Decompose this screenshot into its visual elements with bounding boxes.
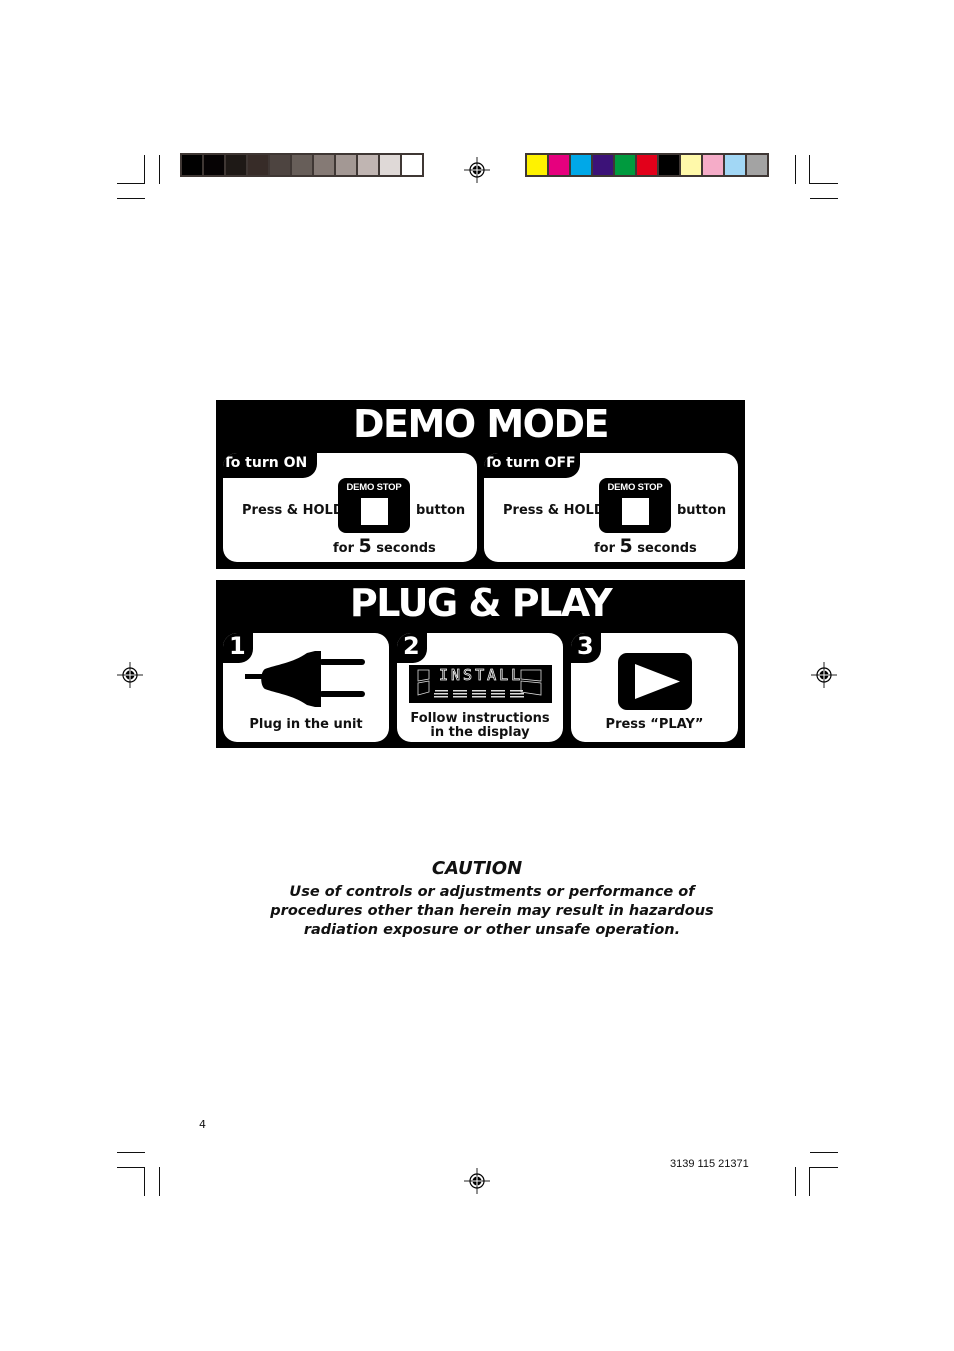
crop-mark xyxy=(117,1152,145,1153)
grayscale-swatch xyxy=(380,155,400,175)
crop-mark xyxy=(159,1167,160,1196)
crop-mark xyxy=(810,1152,838,1153)
grayscale-swatch xyxy=(358,155,378,175)
step-caption-line1: Follow instructions xyxy=(410,711,550,726)
crop-mark xyxy=(809,1167,838,1168)
step-3-card: 3 Press “PLAY” xyxy=(571,633,738,742)
crop-mark xyxy=(117,183,145,184)
crop-mark xyxy=(159,155,160,184)
color-calibration-bar xyxy=(525,153,769,177)
button-word: button xyxy=(677,503,727,518)
turn-on-tab: To turn ON xyxy=(223,453,317,478)
color-swatch xyxy=(527,155,547,175)
step-caption: Plug in the unit xyxy=(249,717,363,732)
for-word: for xyxy=(594,541,615,556)
duration-label: for 5 seconds xyxy=(594,535,697,557)
registration-target-icon xyxy=(464,1168,490,1194)
color-swatch xyxy=(593,155,613,175)
for-word: for xyxy=(333,541,354,556)
color-swatch xyxy=(681,155,701,175)
seconds-value: 5 xyxy=(619,535,633,557)
crop-mark xyxy=(117,198,145,199)
stop-square-icon xyxy=(622,498,649,525)
turn-off-card: To turn OFF Press & HOLD DEMO STOP butto… xyxy=(484,453,738,562)
stop-square-icon xyxy=(361,498,388,525)
step-caption-line2: in the display xyxy=(430,725,530,740)
crop-mark xyxy=(117,1167,145,1168)
play-icon xyxy=(635,664,680,699)
caution-line: Use of controls or adjustments or perfor… xyxy=(289,884,695,900)
grayscale-swatch xyxy=(402,155,422,175)
color-swatch xyxy=(703,155,723,175)
demo-stop-label: DEMO STOP xyxy=(607,482,663,493)
lcd-display: INSTALL xyxy=(409,665,552,703)
registration-target-icon xyxy=(117,662,143,688)
plug-icon xyxy=(245,651,365,707)
duration-label: for 5 seconds xyxy=(333,535,436,557)
press-hold-label: Press & HOLD xyxy=(503,503,605,518)
demo-stop-button-illustration: DEMO STOP xyxy=(599,478,671,533)
crop-mark xyxy=(809,1167,810,1196)
crop-mark xyxy=(809,155,810,184)
color-swatch xyxy=(659,155,679,175)
document-code: 3139 115 21371 xyxy=(670,1158,749,1170)
lcd-text: INSTALL xyxy=(439,666,524,685)
demo-stop-label: DEMO STOP xyxy=(346,482,402,493)
crop-mark xyxy=(810,198,838,199)
color-swatch xyxy=(615,155,635,175)
button-word: button xyxy=(416,503,466,518)
caution-line: radiation exposure or other unsafe opera… xyxy=(303,922,681,938)
grayscale-swatch xyxy=(226,155,246,175)
crop-mark xyxy=(795,155,796,184)
registration-target-icon xyxy=(464,157,490,183)
plug-and-play-title: PLUG & PLAY xyxy=(349,581,613,625)
seconds-word: seconds xyxy=(637,541,697,556)
turn-off-tab: To turn OFF xyxy=(484,453,580,478)
seconds-word: seconds xyxy=(376,541,436,556)
demo-mode-title: DEMO MODE xyxy=(353,402,609,446)
grayscale-swatch xyxy=(292,155,312,175)
demo-stop-button-illustration: DEMO STOP xyxy=(338,478,410,533)
crop-mark xyxy=(795,1167,796,1196)
crop-mark xyxy=(809,183,838,184)
caution-text: Use of controls or adjustments or perfor… xyxy=(250,883,734,940)
crop-mark xyxy=(144,1167,145,1196)
caution-line: procedures other than herein may result … xyxy=(270,903,714,919)
page-number: 4 xyxy=(199,1118,206,1131)
color-swatch xyxy=(637,155,657,175)
step-number: 2 xyxy=(397,633,427,663)
play-button-illustration xyxy=(618,653,692,710)
grayscale-swatch xyxy=(204,155,224,175)
step-1-card: 1 Plug in the unit xyxy=(223,633,389,742)
caution-title: CAUTION xyxy=(431,858,523,879)
color-swatch xyxy=(571,155,591,175)
color-swatch xyxy=(747,155,767,175)
crop-mark xyxy=(144,155,145,184)
seconds-value: 5 xyxy=(358,535,372,557)
step-caption: Press “PLAY” xyxy=(605,717,704,732)
press-hold-label: Press & HOLD xyxy=(242,503,344,518)
grayscale-swatch xyxy=(314,155,334,175)
step-2-card: 2 INSTALL Follow instructions in the dis… xyxy=(397,633,563,742)
grayscale-swatch xyxy=(248,155,268,175)
registration-target-icon xyxy=(811,662,837,688)
turn-on-card: To turn ON Press & HOLD DEMO STOP button… xyxy=(223,453,477,562)
grayscale-swatch xyxy=(182,155,202,175)
color-swatch xyxy=(549,155,569,175)
step-number: 3 xyxy=(571,633,601,663)
plug-and-play-panel: PLUG & PLAY 1 Plug in the unit 2 INSTALL… xyxy=(216,580,745,748)
color-swatch xyxy=(725,155,745,175)
grayscale-swatch xyxy=(270,155,290,175)
grayscale-swatch xyxy=(336,155,356,175)
grayscale-calibration-bar xyxy=(180,153,424,177)
demo-mode-panel: DEMO MODE To turn ON Press & HOLD DEMO S… xyxy=(216,400,745,569)
